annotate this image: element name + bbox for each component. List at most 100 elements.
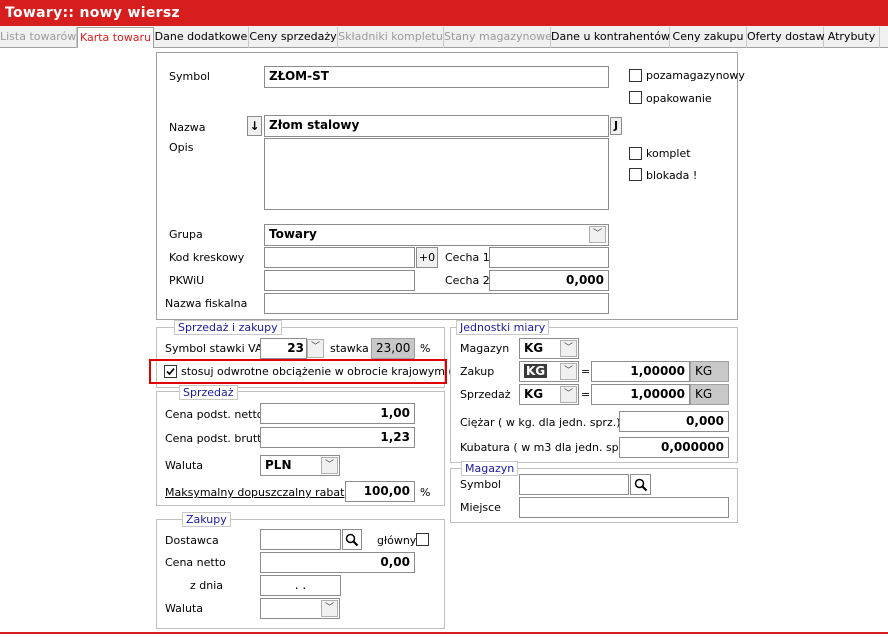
magazyn-title: Magazyn [461,461,519,476]
nazwa-j-button[interactable]: J [610,117,622,135]
miejsce-label: Miejsce [460,501,501,514]
kubatura-field[interactable]: 0,000000 [619,437,729,458]
zakup-qty-field[interactable]: 1,00000 [591,361,690,382]
pkwiu-field[interactable] [264,270,415,291]
zakup-jm-value: KG [524,364,548,378]
cena-netto-zakup-field[interactable]: 0,00 [260,552,415,573]
sprzedaz-zakupy-title: Sprzedaż i zakupy [174,320,282,335]
bottom-border [0,632,888,634]
sprzedaz-unit-field: KG [690,384,729,405]
vat-label: Symbol stawki VAT [165,342,269,355]
magazyn-search-button[interactable] [630,474,651,495]
cena-brutto-label: Cena podst. brutto [165,432,269,445]
zakup-jm-dropdown-icon[interactable]: ﹀ [560,363,577,380]
grupa-label: Grupa [169,228,203,241]
tab-karta-towaru[interactable]: Karta towaru [77,27,154,50]
waluta-sprzedaz-dropdown-icon[interactable]: ﹀ [321,457,338,474]
sprzedaz-jm-dropdown-icon[interactable]: ﹀ [560,386,577,403]
kubatura-label: Kubatura ( w m3 dla jedn. sprz.) [460,441,637,454]
dostawca-label: Dostawca [165,534,219,547]
pkwiu-label: PKWiU [169,274,205,287]
ciezar-field[interactable]: 0,000 [619,411,729,432]
z-dnia-field[interactable]: . . [260,575,341,596]
komplet-label: komplet [646,147,691,160]
sprzedaz-qty-field[interactable]: 1,00000 [591,384,690,405]
grupa-select[interactable]: Towary [264,224,609,246]
zakup-jm-label: Zakup [460,365,495,378]
sprzedaz-jm-label: Sprzedaż [460,388,511,401]
nazwa-fiskalna-label: Nazwa fiskalna [165,297,248,310]
stawka-percent: % [420,342,431,355]
cena-brutto-field[interactable]: 1,23 [260,427,415,448]
cecha2-label: Cecha 2 [445,274,490,287]
window-title: Towary:: nowy wiersz [0,0,888,26]
zakup-eq: = [581,365,591,378]
jednostki-title: Jednostki miary [456,320,550,335]
miejsce-field[interactable] [519,497,729,518]
prn-checkbox[interactable] [164,365,177,378]
cecha1-field[interactable] [489,247,609,268]
kod-kreskowy-field[interactable] [264,247,415,268]
search-icon [345,533,359,547]
nazwa-arrow-button[interactable]: ↓ [247,116,262,136]
opis-label: Opis [169,141,194,154]
tab-stany-magazynowe[interactable]: Stany magazynowe [444,27,552,48]
blokada-checkbox[interactable] [629,168,642,181]
rabat-field[interactable]: 100,00 [345,481,415,502]
zakup-unit-field: KG [690,361,729,382]
dostawca-field[interactable] [260,529,341,550]
cena-netto-label: Cena podst. netto [165,408,264,421]
dostawca-search-button[interactable] [342,529,362,550]
tab-ceny-sprzedazy[interactable]: Ceny sprzedaży [249,27,338,48]
vat-dropdown-icon[interactable]: ﹀ [307,339,324,358]
rabat-percent: % [420,486,431,499]
opakowanie-label: opakowanie [646,92,712,105]
tab-oferty-dostaw[interactable]: Oferty dostaw [747,27,825,48]
tab-dane-u-kontrahentow[interactable]: Dane u kontrahentów [551,27,670,48]
sprzedaz-title: Sprzedaż [179,385,238,400]
tab-skladniki-kompletu[interactable]: Składniki kompletu [338,27,444,48]
grupa-value: Towary [269,227,317,241]
stawka-label: stawka [330,342,369,355]
glowny-checkbox[interactable] [416,533,429,546]
tab-dane-dodatkowe[interactable]: Dane dodatkowe [154,27,249,48]
sprzedaz-eq: = [581,388,591,401]
opakowanie-checkbox[interactable] [629,91,642,104]
kod-plus-button[interactable]: +0 [416,247,438,268]
check-icon [166,367,175,376]
pozamagazynowy-checkbox[interactable] [629,69,642,82]
cena-netto-zakup-label: Cena netto [165,556,226,569]
magazyn-jm-label: Magazyn [460,342,510,355]
nazwa-field[interactable]: Złom stalowy [264,115,609,137]
blokada-label: blokada ! [646,169,698,182]
tab-lista-towarow[interactable]: Lista towarów [0,27,77,48]
magazyn-jm-dropdown-icon[interactable]: ﹀ [560,340,577,357]
search-icon [634,478,647,492]
grupa-dropdown-icon[interactable]: ﹀ [589,226,606,243]
waluta-sprzedaz-label: Waluta [165,459,203,472]
symbol-label: Symbol [169,70,210,83]
waluta-zakup-dropdown-icon[interactable]: ﹀ [321,600,338,617]
komplet-checkbox[interactable] [629,147,642,160]
cecha2-field[interactable]: 0,000 [489,270,609,291]
tab-bar: Lista towarów Karta towaru Dane dodatkow… [0,26,888,50]
vat-select[interactable]: 23 [260,338,307,359]
symbol-field[interactable]: ZŁOM-ST [264,66,609,88]
cecha1-label: Cecha 1 [445,251,490,264]
magazyn-symbol-label: Symbol [460,478,501,491]
pozamagazynowy-label: pozamagazynowy [646,69,745,82]
magazyn-symbol-field[interactable] [519,474,629,495]
nazwa-fiskalna-field[interactable] [264,293,609,314]
zakupy-title: Zakupy [182,512,231,527]
z-dnia-label: z dnia [190,579,224,592]
ciezar-label: Ciężar ( w kg. dla jedn. sprz.) [460,416,621,429]
opis-field[interactable] [264,138,609,210]
waluta-zakup-label: Waluta [165,602,203,615]
tab-ceny-zakupu[interactable]: Ceny zakupu [670,27,747,48]
rabat-label: Maksymalny dopuszczalny rabat [165,486,345,499]
glowny-label: główny [377,534,417,547]
kod-kreskowy-label: Kod kreskowy [169,251,245,264]
tab-atrybuty[interactable]: Atrybuty [824,27,880,48]
prn-label: stosuj odwrotne obciążenie w obrocie kra… [181,365,480,378]
cena-netto-field[interactable]: 1,00 [260,403,415,424]
